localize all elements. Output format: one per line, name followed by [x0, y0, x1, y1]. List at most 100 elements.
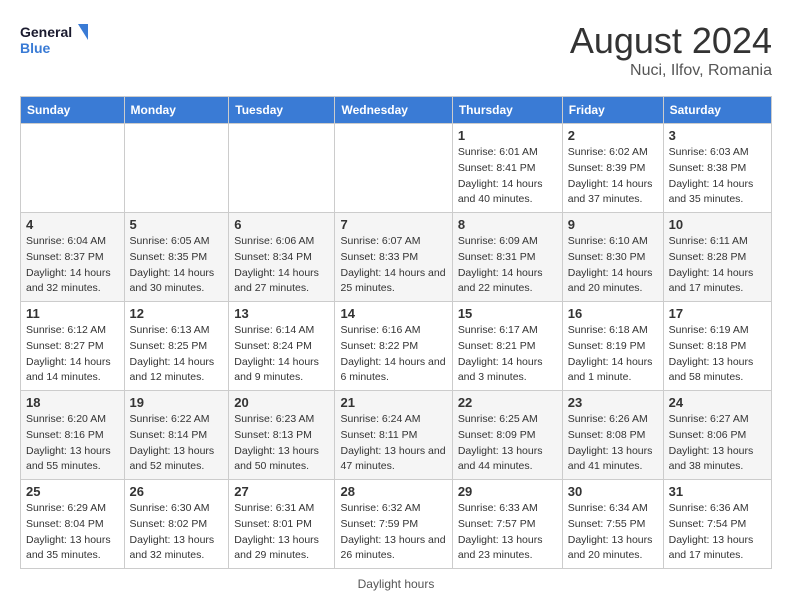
- day-number: 12: [130, 306, 224, 321]
- day-number: 14: [340, 306, 446, 321]
- calendar-week-row: 1 Sunrise: 6:01 AM Sunset: 8:41 PM Daylig…: [21, 124, 772, 213]
- day-number: 22: [458, 395, 557, 410]
- calendar-header: Sunday Monday Tuesday Wednesday Thursday…: [21, 97, 772, 124]
- table-row: 19Sunrise: 6:22 AM Sunset: 8:14 PM Dayli…: [124, 391, 229, 480]
- logo: General Blue: [20, 20, 90, 62]
- table-row: 1 Sunrise: 6:01 AM Sunset: 8:41 PM Daylig…: [452, 124, 562, 213]
- table-row: 30 Sunrise: 6:34 AM Sunset: 7:55 PM Dayli…: [562, 480, 663, 569]
- day-info: Sunrise: 6:24 AM Sunset: 8:11 PM Dayligh…: [340, 412, 446, 475]
- table-row: 4 Sunrise: 6:04 AM Sunset: 8:37 PM Daylig…: [21, 213, 125, 302]
- day-number: 21: [340, 395, 446, 410]
- table-row: 31Sunrise: 6:36 AM Sunset: 7:54 PM Dayli…: [663, 480, 771, 569]
- col-saturday: Saturday: [663, 97, 771, 124]
- table-row: [229, 124, 335, 213]
- day-info: Sunrise: 6:01 AM Sunset: 8:41 PM Dayligh…: [458, 145, 557, 208]
- table-row: 15Sunrise: 6:17 AM Sunset: 8:21 PM Dayli…: [452, 302, 562, 391]
- day-info: Sunrise: 6:30 AM Sunset: 8:02 PM Dayligh…: [130, 501, 224, 564]
- day-info: Sunrise: 6:07 AM Sunset: 8:33 PM Dayligh…: [340, 234, 446, 297]
- day-number: 8: [458, 217, 557, 232]
- table-row: 5 Sunrise: 6:05 AM Sunset: 8:35 PM Daylig…: [124, 213, 229, 302]
- col-monday: Monday: [124, 97, 229, 124]
- col-wednesday: Wednesday: [335, 97, 452, 124]
- table-row: 14 Sunrise: 6:16 AM Sunset: 8:22 PM Dayli…: [335, 302, 452, 391]
- calendar-week-row: 11 Sunrise: 6:12 AM Sunset: 8:27 PM Dayli…: [21, 302, 772, 391]
- day-info: Sunrise: 6:33 AM Sunset: 7:57 PM Dayligh…: [458, 501, 557, 564]
- day-number: 26: [130, 484, 224, 499]
- table-row: 11 Sunrise: 6:12 AM Sunset: 8:27 PM Dayli…: [21, 302, 125, 391]
- header-row: Sunday Monday Tuesday Wednesday Thursday…: [21, 97, 772, 124]
- day-number: 18: [26, 395, 119, 410]
- table-row: [335, 124, 452, 213]
- table-row: 12 Sunrise: 6:13 AM Sunset: 8:25 PM Dayli…: [124, 302, 229, 391]
- day-number: 9: [568, 217, 658, 232]
- table-row: 3Sunrise: 6:03 AM Sunset: 8:38 PM Daylig…: [663, 124, 771, 213]
- day-number: 10: [669, 217, 766, 232]
- day-number: 31: [669, 484, 766, 499]
- calendar-table: Sunday Monday Tuesday Wednesday Thursday…: [20, 96, 772, 569]
- day-info: Sunrise: 6:25 AM Sunset: 8:09 PM Dayligh…: [458, 412, 557, 475]
- day-info: Sunrise: 6:14 AM Sunset: 8:24 PM Dayligh…: [234, 323, 329, 386]
- col-sunday: Sunday: [21, 97, 125, 124]
- day-number: 11: [26, 306, 119, 321]
- table-row: [124, 124, 229, 213]
- table-row: 29 Sunrise: 6:33 AM Sunset: 7:57 PM Dayli…: [452, 480, 562, 569]
- day-number: 15: [458, 306, 557, 321]
- day-number: 23: [568, 395, 658, 410]
- table-row: 28 Sunrise: 6:32 AM Sunset: 7:59 PM Dayli…: [335, 480, 452, 569]
- day-number: 1: [458, 128, 557, 143]
- day-number: 2: [568, 128, 658, 143]
- calendar-week-row: 18Sunrise: 6:20 AM Sunset: 8:16 PM Dayli…: [21, 391, 772, 480]
- day-info: Sunrise: 6:18 AM Sunset: 8:19 PM Dayligh…: [568, 323, 658, 386]
- day-info: Sunrise: 6:22 AM Sunset: 8:14 PM Dayligh…: [130, 412, 224, 475]
- col-tuesday: Tuesday: [229, 97, 335, 124]
- day-info: Sunrise: 6:32 AM Sunset: 7:59 PM Dayligh…: [340, 501, 446, 564]
- day-number: 24: [669, 395, 766, 410]
- calendar-body: 1 Sunrise: 6:01 AM Sunset: 8:41 PM Daylig…: [21, 124, 772, 569]
- day-number: 13: [234, 306, 329, 321]
- day-number: 5: [130, 217, 224, 232]
- month-title: August 2024: [570, 20, 772, 62]
- table-row: 16Sunrise: 6:18 AM Sunset: 8:19 PM Dayli…: [562, 302, 663, 391]
- calendar-week-row: 25Sunrise: 6:29 AM Sunset: 8:04 PM Dayli…: [21, 480, 772, 569]
- table-row: 9 Sunrise: 6:10 AM Sunset: 8:30 PM Daylig…: [562, 213, 663, 302]
- day-info: Sunrise: 6:34 AM Sunset: 7:55 PM Dayligh…: [568, 501, 658, 564]
- day-info: Sunrise: 6:11 AM Sunset: 8:28 PM Dayligh…: [669, 234, 766, 297]
- day-number: 3: [669, 128, 766, 143]
- day-info: Sunrise: 6:09 AM Sunset: 8:31 PM Dayligh…: [458, 234, 557, 297]
- col-friday: Friday: [562, 97, 663, 124]
- page-header: General Blue August 2024 Nuci, Ilfov, Ro…: [20, 20, 772, 80]
- col-thursday: Thursday: [452, 97, 562, 124]
- day-info: Sunrise: 6:06 AM Sunset: 8:34 PM Dayligh…: [234, 234, 329, 297]
- day-number: 29: [458, 484, 557, 499]
- calendar-week-row: 4 Sunrise: 6:04 AM Sunset: 8:37 PM Daylig…: [21, 213, 772, 302]
- day-number: 4: [26, 217, 119, 232]
- footer-note: Daylight hours: [20, 577, 772, 591]
- day-info: Sunrise: 6:12 AM Sunset: 8:27 PM Dayligh…: [26, 323, 119, 386]
- location-subtitle: Nuci, Ilfov, Romania: [570, 62, 772, 80]
- table-row: 22 Sunrise: 6:25 AM Sunset: 8:09 PM Dayli…: [452, 391, 562, 480]
- day-info: Sunrise: 6:16 AM Sunset: 8:22 PM Dayligh…: [340, 323, 446, 386]
- day-info: Sunrise: 6:31 AM Sunset: 8:01 PM Dayligh…: [234, 501, 329, 564]
- day-info: Sunrise: 6:27 AM Sunset: 8:06 PM Dayligh…: [669, 412, 766, 475]
- day-info: Sunrise: 6:29 AM Sunset: 8:04 PM Dayligh…: [26, 501, 119, 564]
- day-info: Sunrise: 6:04 AM Sunset: 8:37 PM Dayligh…: [26, 234, 119, 297]
- day-number: 20: [234, 395, 329, 410]
- table-row: 2 Sunrise: 6:02 AM Sunset: 8:39 PM Daylig…: [562, 124, 663, 213]
- day-number: 7: [340, 217, 446, 232]
- table-row: 24 Sunrise: 6:27 AM Sunset: 8:06 PM Dayli…: [663, 391, 771, 480]
- day-number: 30: [568, 484, 658, 499]
- table-row: 8 Sunrise: 6:09 AM Sunset: 8:31 PM Daylig…: [452, 213, 562, 302]
- day-info: Sunrise: 6:23 AM Sunset: 8:13 PM Dayligh…: [234, 412, 329, 475]
- svg-text:Blue: Blue: [20, 40, 51, 56]
- day-info: Sunrise: 6:13 AM Sunset: 8:25 PM Dayligh…: [130, 323, 224, 386]
- day-info: Sunrise: 6:05 AM Sunset: 8:35 PM Dayligh…: [130, 234, 224, 297]
- table-row: 27 Sunrise: 6:31 AM Sunset: 8:01 PM Dayli…: [229, 480, 335, 569]
- day-number: 28: [340, 484, 446, 499]
- day-info: Sunrise: 6:02 AM Sunset: 8:39 PM Dayligh…: [568, 145, 658, 208]
- day-number: 27: [234, 484, 329, 499]
- title-block: August 2024 Nuci, Ilfov, Romania: [570, 20, 772, 80]
- table-row: 23Sunrise: 6:26 AM Sunset: 8:08 PM Dayli…: [562, 391, 663, 480]
- table-row: [21, 124, 125, 213]
- day-info: Sunrise: 6:10 AM Sunset: 8:30 PM Dayligh…: [568, 234, 658, 297]
- table-row: 21 Sunrise: 6:24 AM Sunset: 8:11 PM Dayli…: [335, 391, 452, 480]
